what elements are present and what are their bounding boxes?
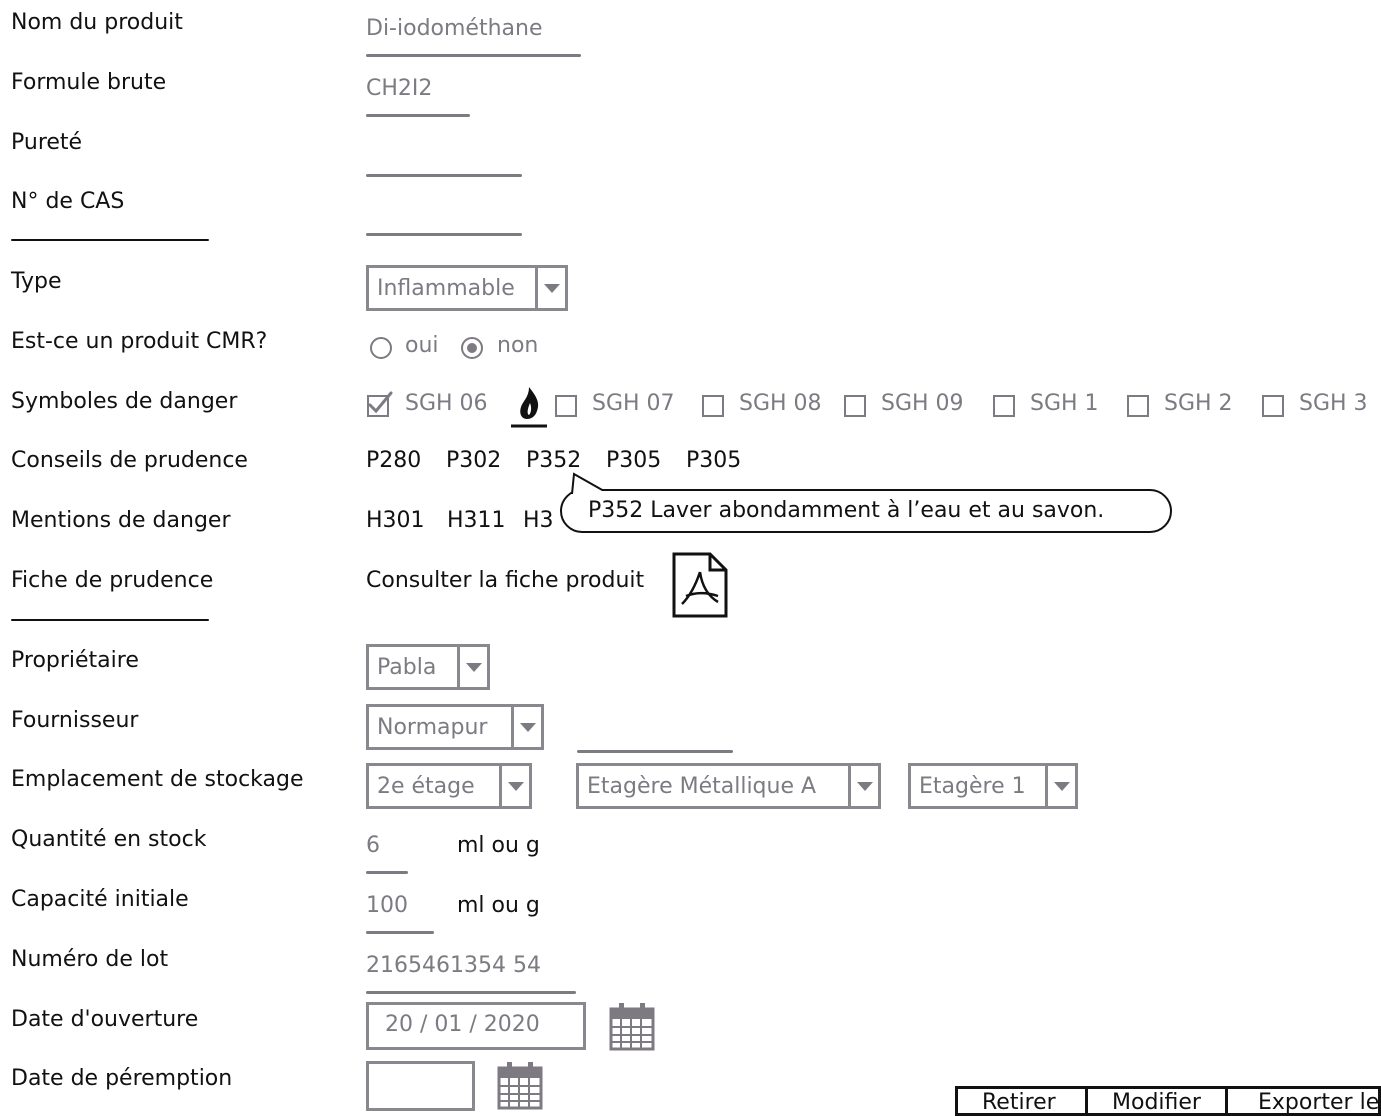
precaution-code[interactable]: P305	[606, 448, 661, 473]
quantity-field[interactable]: 6	[366, 833, 380, 858]
owner-select[interactable]: Pabla	[366, 644, 490, 690]
open-date-field[interactable]: 20 / 01 / 2020	[366, 1002, 586, 1050]
purity-field[interactable]	[366, 140, 522, 170]
sgh09-label: SGH 09	[881, 391, 964, 416]
section-divider	[11, 239, 209, 241]
export-button[interactable]: Exporter le	[1225, 1086, 1381, 1116]
sgh3-checkbox[interactable]	[1262, 395, 1284, 417]
pdf-icon[interactable]	[672, 552, 728, 618]
section-divider	[11, 619, 209, 621]
edit-button[interactable]: Modifier	[1085, 1086, 1228, 1116]
precaution-code[interactable]: P305	[686, 448, 741, 473]
label-storage: Emplacement de stockage	[11, 767, 304, 792]
cas-underline	[366, 233, 522, 236]
chevron-down-icon[interactable]	[511, 707, 541, 747]
label-supplier: Fournisseur	[11, 708, 139, 733]
storage-level-select[interactable]: Etagère 1	[908, 763, 1078, 809]
calendar-icon[interactable]	[609, 1001, 655, 1051]
hazard-statement-code[interactable]: H311	[447, 508, 506, 533]
chevron-down-icon[interactable]	[535, 268, 565, 308]
label-type: Type	[11, 269, 62, 294]
formula-field[interactable]: CH2I2	[366, 76, 432, 101]
label-capacity: Capacité initiale	[11, 887, 189, 912]
sgh1-label: SGH 1	[1030, 391, 1099, 416]
capacity-unit: ml ou g	[457, 893, 540, 918]
precaution-code[interactable]: P280	[366, 448, 421, 473]
label-quantity: Quantité en stock	[11, 827, 207, 852]
capacity-field[interactable]: 100	[366, 893, 408, 918]
quantity-unit: ml ou g	[457, 833, 540, 858]
tooltip-pointer	[571, 472, 605, 494]
label-precautions: Conseils de prudence	[11, 448, 248, 473]
cmr-radio-non[interactable]	[461, 337, 483, 359]
sgh3-label: SGH 3	[1299, 391, 1368, 416]
product-name-field[interactable]: Di-iodométhane	[366, 16, 542, 41]
supplier-select-value: Normapur	[377, 714, 488, 740]
owner-select-value: Pabla	[377, 654, 437, 680]
cmr-radio-non-label: non	[497, 333, 539, 358]
quantity-underline	[366, 871, 408, 874]
sgh06-checkbox[interactable]	[367, 391, 393, 417]
storage-shelf-select[interactable]: Etagère Métallique A	[576, 763, 881, 809]
label-cmr: Est-ce un produit CMR?	[11, 329, 268, 354]
open-date-value: 20 / 01 / 2020	[385, 1012, 540, 1037]
label-purity: Pureté	[11, 130, 83, 155]
sgh2-label: SGH 2	[1164, 391, 1233, 416]
sgh2-checkbox[interactable]	[1127, 395, 1149, 417]
label-safety-sheet: Fiche de prudence	[11, 568, 214, 593]
calendar-icon[interactable]	[497, 1060, 543, 1110]
expiry-date-field[interactable]	[366, 1061, 475, 1111]
chevron-down-icon[interactable]	[1045, 766, 1075, 806]
lot-underline	[366, 991, 576, 994]
lot-field[interactable]: 2165461354 54	[366, 953, 541, 978]
precaution-tooltip: P352 Laver abondamment à l’eau et au sav…	[560, 489, 1172, 533]
capacity-underline	[366, 931, 434, 934]
cmr-radio-oui-label: oui	[405, 333, 439, 358]
sgh06-label: SGH 06	[405, 391, 488, 416]
purity-underline	[366, 174, 522, 177]
storage-underline	[577, 750, 733, 753]
label-lot: Numéro de lot	[11, 947, 169, 972]
storage-floor-select[interactable]: 2e étage	[366, 763, 532, 809]
remove-button[interactable]: Retirer	[955, 1086, 1088, 1116]
label-formula: Formule brute	[11, 70, 167, 95]
supplier-select[interactable]: Normapur	[366, 704, 544, 750]
chevron-down-icon[interactable]	[848, 766, 878, 806]
cmr-radio-oui[interactable]	[370, 337, 392, 359]
flame-icon	[509, 383, 549, 431]
label-expiry-date: Date de péremption	[11, 1066, 233, 1091]
hazard-statement-code[interactable]: H3	[523, 508, 554, 533]
type-select[interactable]: Inflammable	[366, 265, 568, 311]
product-name-underline	[366, 54, 581, 57]
label-hazard-statements: Mentions de danger	[11, 508, 231, 533]
storage-shelf-value: Etagère Métallique A	[587, 773, 817, 799]
safety-sheet-link[interactable]: Consulter la fiche produit	[366, 568, 644, 593]
chevron-down-icon[interactable]	[499, 766, 529, 806]
label-cas: N° de CAS	[11, 189, 125, 214]
label-owner: Propriétaire	[11, 648, 139, 673]
formula-underline	[366, 114, 470, 117]
sgh08-checkbox[interactable]	[702, 395, 724, 417]
sgh07-checkbox[interactable]	[555, 395, 577, 417]
storage-floor-value: 2e étage	[377, 773, 475, 799]
sgh1-checkbox[interactable]	[993, 395, 1015, 417]
sgh07-label: SGH 07	[592, 391, 675, 416]
label-open-date: Date d'ouverture	[11, 1007, 199, 1032]
precaution-code[interactable]: P302	[446, 448, 501, 473]
sgh08-label: SGH 08	[739, 391, 822, 416]
label-product-name: Nom du produit	[11, 10, 183, 35]
cas-field[interactable]	[366, 200, 522, 230]
type-select-value: Inflammable	[377, 275, 515, 301]
sgh09-checkbox[interactable]	[844, 395, 866, 417]
hazard-statement-code[interactable]: H301	[366, 508, 425, 533]
chevron-down-icon[interactable]	[457, 647, 487, 687]
storage-level-value: Etagère 1	[919, 773, 1026, 799]
label-hazard-symbols: Symboles de danger	[11, 389, 238, 414]
